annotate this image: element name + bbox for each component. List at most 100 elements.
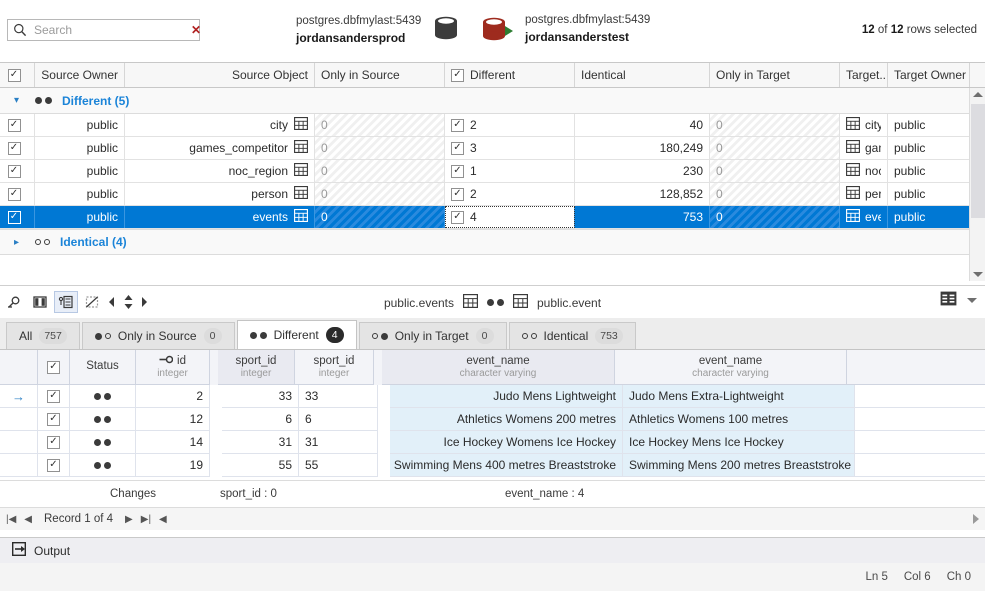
- detail-cell-sport-id-target[interactable]: 55: [299, 454, 378, 477]
- cell-source-owner[interactable]: public: [35, 114, 125, 136]
- detail-col-event-name-target[interactable]: event_name character varying: [615, 350, 847, 385]
- cell-target-owner[interactable]: public: [888, 160, 970, 182]
- comparison-grid-scrollbar[interactable]: [969, 88, 985, 281]
- detail-select-all-checkbox[interactable]: [47, 360, 60, 374]
- different-cell-checkbox[interactable]: [451, 164, 464, 178]
- detail-cell-sport-id-target[interactable]: 31: [299, 431, 378, 454]
- detail-col-event-name-source[interactable]: event_name character varying: [382, 350, 615, 385]
- detail-cell-event-name-target[interactable]: Athletics Womens 100 metres: [623, 408, 855, 431]
- record-last-button[interactable]: ▶|: [141, 514, 151, 525]
- record-prev-button[interactable]: ◀: [24, 514, 32, 525]
- cell-target-owner[interactable]: public: [888, 114, 970, 136]
- detail-cell-event-name-source[interactable]: Athletics Womens 200 metres: [390, 408, 623, 431]
- group-row-identical[interactable]: ▸ Identical (4): [0, 229, 985, 255]
- cell-source-owner[interactable]: public: [35, 160, 125, 182]
- cell-source-owner[interactable]: public: [35, 206, 125, 228]
- detail-cell-sport-id-source[interactable]: 55: [222, 454, 299, 477]
- select-all-checkbox[interactable]: [7, 68, 21, 82]
- different-cell-checkbox[interactable]: [451, 141, 464, 155]
- detail-cell-event-name-target[interactable]: Swimming Mens 200 metres Breaststroke: [623, 454, 855, 477]
- detail-cell-id[interactable]: 12: [136, 408, 210, 431]
- record-first-button[interactable]: |◀: [6, 514, 16, 525]
- prev-difference-icon[interactable]: [104, 291, 120, 313]
- detail-cell-sport-id-target[interactable]: 6: [299, 408, 378, 431]
- select-all-header[interactable]: [0, 63, 35, 87]
- col-source-owner[interactable]: Source Owner: [35, 63, 125, 87]
- cell-identical[interactable]: 40: [575, 114, 710, 136]
- row-select-cell[interactable]: [0, 160, 35, 182]
- record-hscroll-right-icon[interactable]: [973, 514, 979, 524]
- search-box[interactable]: ✕: [7, 19, 201, 41]
- output-panel-header[interactable]: Output: [0, 537, 985, 563]
- group-row-different[interactable]: ▾ Different (5): [0, 88, 985, 114]
- different-cell-checkbox[interactable]: [451, 118, 464, 132]
- cell-source-owner[interactable]: public: [35, 183, 125, 205]
- col-target-object[interactable]: Target...: [840, 63, 888, 87]
- detail-cell-event-name-source[interactable]: Ice Hockey Womens Ice Hockey: [390, 431, 623, 454]
- different-cell-checkbox[interactable]: [451, 210, 464, 224]
- row-select-checkbox[interactable]: [7, 118, 21, 132]
- detail-cell-event-name-source[interactable]: Judo Mens Lightweight: [390, 385, 623, 408]
- table-row[interactable]: publiccity02400citypublic: [0, 114, 985, 137]
- detail-cell-sport-id-target[interactable]: 33: [299, 385, 378, 408]
- detail-cell-sport-id-source[interactable]: 6: [222, 408, 299, 431]
- tab-only-in-target[interactable]: Only in Target 0: [358, 322, 507, 349]
- cell-different[interactable]: 2: [445, 114, 575, 136]
- detail-row[interactable]: 12 66 Athletics Womens 200 metresAthletics…: [0, 408, 985, 431]
- search-clear-icon[interactable]: ✕: [191, 24, 201, 36]
- tab-only-in-source[interactable]: Only in Source 0: [81, 322, 235, 349]
- tab-different[interactable]: Different 4: [236, 320, 357, 349]
- detail-col-sport-id-target[interactable]: sport_id integer: [295, 350, 374, 385]
- cell-source-object[interactable]: noc_region: [125, 160, 315, 182]
- cell-different[interactable]: 2: [445, 183, 575, 205]
- col-source-object[interactable]: Source Object: [125, 63, 315, 87]
- table-row[interactable]: publicgames_competitor03180,2490gam...pu…: [0, 137, 985, 160]
- detail-row-checkbox[interactable]: [47, 435, 60, 449]
- cell-target-object[interactable]: city: [840, 114, 888, 136]
- detail-row[interactable]: 14 3131 Ice Hockey Womens Ice HockeyIce Ho…: [0, 431, 985, 454]
- detail-cell-sport-id-source[interactable]: 31: [222, 431, 299, 454]
- detail-col-sport-id-source[interactable]: sport_id integer: [218, 350, 295, 385]
- detail-row-checkbox[interactable]: [47, 389, 60, 403]
- detail-row[interactable]: → 2 3333 Judo Mens LightweightJudo Mens Ext…: [0, 385, 985, 408]
- cell-only-in-source[interactable]: 0: [315, 206, 445, 228]
- table-row[interactable]: publicperson02128,8520pers...public: [0, 183, 985, 206]
- detail-col-status[interactable]: Status: [70, 350, 136, 385]
- detail-cell-id[interactable]: 2: [136, 385, 210, 408]
- detail-cell-event-name-target[interactable]: Ice Hockey Mens Ice Hockey: [623, 431, 855, 454]
- row-select-checkbox[interactable]: [7, 164, 21, 178]
- find-key-icon[interactable]: [2, 291, 26, 313]
- scrollbar-thumb[interactable]: [971, 104, 985, 218]
- row-select-checkbox[interactable]: [7, 187, 21, 201]
- cell-target-owner[interactable]: public: [888, 206, 970, 228]
- chevron-down-icon[interactable]: ▾: [14, 95, 23, 106]
- detail-row[interactable]: 19 5555 Swimming Mens 400 metres Breaststr…: [0, 454, 985, 477]
- col-only-in-target[interactable]: Only in Target: [710, 63, 840, 87]
- cell-only-in-target[interactable]: 0: [710, 114, 840, 136]
- col-only-in-source[interactable]: Only in Source: [315, 63, 445, 87]
- cell-source-owner[interactable]: public: [35, 137, 125, 159]
- detail-row-select-cell[interactable]: [38, 408, 70, 431]
- split-view-icon[interactable]: [28, 291, 52, 313]
- table-row[interactable]: publicevents047530eventpublic: [0, 206, 985, 229]
- detail-cell-id[interactable]: 19: [136, 454, 210, 477]
- detail-row-select-cell[interactable]: [38, 385, 70, 408]
- detail-row-checkbox[interactable]: [47, 412, 60, 426]
- updown-difference-icon[interactable]: [120, 291, 136, 313]
- grid-layout-icon[interactable]: [940, 291, 957, 309]
- detail-cell-id[interactable]: 14: [136, 431, 210, 454]
- row-select-cell[interactable]: [0, 114, 35, 136]
- row-select-cell[interactable]: [0, 137, 35, 159]
- cell-identical[interactable]: 753: [575, 206, 710, 228]
- tab-all[interactable]: All 757: [6, 322, 80, 349]
- detail-row-checkbox[interactable]: [47, 458, 60, 472]
- record-view-icon[interactable]: [54, 291, 78, 313]
- cell-only-in-source[interactable]: 0: [315, 137, 445, 159]
- cell-source-object[interactable]: games_competitor: [125, 137, 315, 159]
- record-hscroll-left-icon[interactable]: ◀: [159, 514, 167, 525]
- search-input[interactable]: [32, 22, 191, 38]
- cell-only-in-target[interactable]: 0: [710, 206, 840, 228]
- cell-only-in-source[interactable]: 0: [315, 114, 445, 136]
- record-next-button[interactable]: ▶: [125, 514, 133, 525]
- col-different[interactable]: Different: [445, 63, 575, 87]
